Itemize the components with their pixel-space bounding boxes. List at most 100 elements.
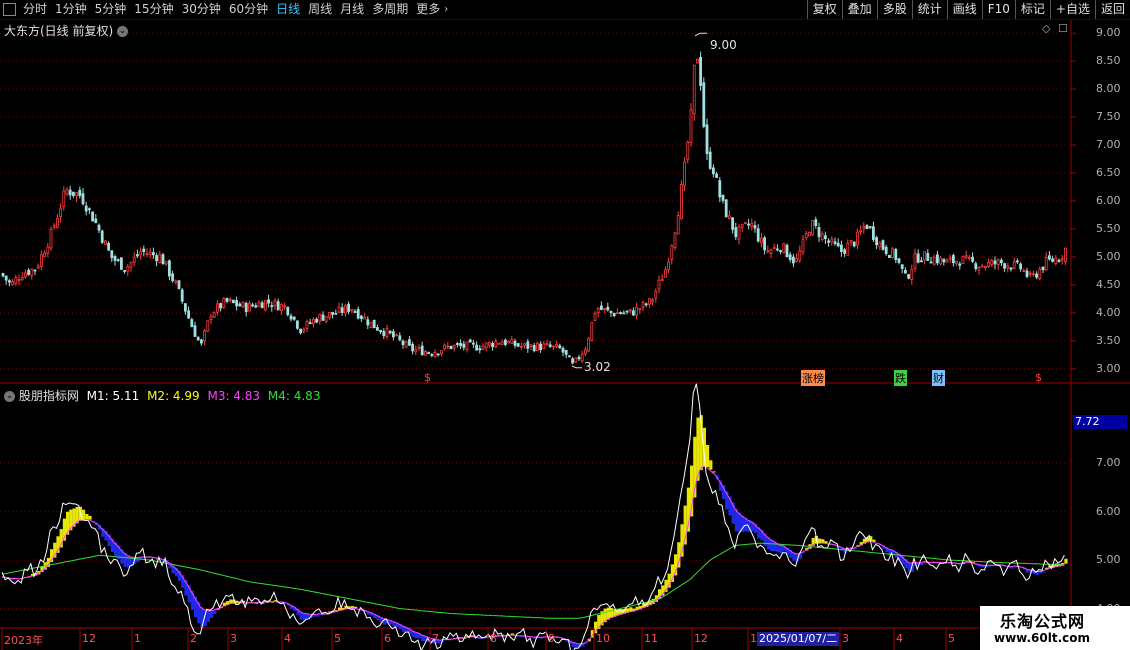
period-tab-8[interactable]: 月线 <box>336 0 368 19</box>
candle-body <box>699 56 702 86</box>
candle-body <box>340 307 344 313</box>
candle-body <box>251 304 255 307</box>
candle-body <box>577 356 581 360</box>
candle-body <box>455 343 459 345</box>
function-button-2[interactable]: 多股 <box>876 0 912 19</box>
candle-body <box>81 193 85 205</box>
cursor-date: 2025/01/07/二 <box>757 632 840 646</box>
candle-body <box>747 223 750 226</box>
function-button-3[interactable]: 统计 <box>911 0 947 19</box>
period-tab-6[interactable]: 日线 <box>272 0 304 19</box>
period-tab-0[interactable]: 分时 <box>19 0 51 19</box>
period-tab-2[interactable]: 5分钟 <box>91 0 131 19</box>
diamond-icon[interactable]: ◇ <box>1042 22 1050 35</box>
candle-body <box>520 345 523 348</box>
candle-body <box>1044 256 1048 271</box>
function-button-6[interactable]: 标记 <box>1014 0 1050 19</box>
dividend-marker-2[interactable]: $ <box>1035 371 1042 384</box>
fall-marker[interactable]: 跌 <box>894 370 907 386</box>
m1-value: M1: 5.11 <box>86 389 140 403</box>
chevron-down-icon[interactable]: ⌄ <box>117 26 129 37</box>
candle-body <box>564 349 568 355</box>
candle-body <box>27 269 31 275</box>
candle-body <box>1003 263 1006 269</box>
time-label: 2023年 <box>4 634 43 647</box>
candle-body <box>199 339 203 344</box>
candle-body <box>244 302 248 313</box>
price-tick-label: 4.50 <box>1096 277 1121 291</box>
candle-body <box>571 358 574 364</box>
time-label: 1 <box>134 632 141 645</box>
m4-value: M4: 4.83 <box>267 389 321 403</box>
candle-body <box>129 261 133 268</box>
indicator-settings-icon[interactable]: ⌄ <box>4 391 15 402</box>
candle-body <box>401 340 405 346</box>
period-tab-9[interactable]: 多周期 <box>368 0 412 19</box>
candle-body <box>1064 247 1067 263</box>
candle-body <box>664 269 667 278</box>
function-button-1[interactable]: 叠加 <box>841 0 877 19</box>
function-button-0[interactable]: 复权 <box>806 0 842 19</box>
candle-body <box>926 253 930 261</box>
candle-body <box>712 167 715 175</box>
candle-body <box>686 141 690 160</box>
candle-body <box>667 261 670 270</box>
period-tab-4[interactable]: 30分钟 <box>178 0 225 19</box>
candle-body <box>625 310 629 313</box>
more-chevron-icon[interactable]: › <box>444 4 448 15</box>
candle-body <box>183 303 187 312</box>
kline-chart[interactable] <box>0 20 1130 650</box>
period-tab-1[interactable]: 1分钟 <box>51 0 91 19</box>
high-price-label: 9.00 <box>710 38 737 52</box>
candle-body <box>964 255 968 258</box>
candle-body <box>270 305 274 308</box>
function-button-7[interactable]: +自选 <box>1049 0 1095 19</box>
settings-icon[interactable]: ☐ <box>1058 22 1068 35</box>
candle-body <box>471 342 475 345</box>
candle-body <box>980 265 984 268</box>
period-tab-3[interactable]: 15分钟 <box>130 0 177 19</box>
candle-body <box>526 341 530 349</box>
candle-body <box>955 261 958 264</box>
candle-body <box>971 256 974 262</box>
candle-body <box>795 258 798 262</box>
candle-body <box>824 235 827 239</box>
candle-body <box>536 342 539 351</box>
candle-body <box>321 314 325 321</box>
candle-body <box>484 342 488 349</box>
candle-body <box>305 321 309 329</box>
top-gainer-marker[interactable]: 涨榜 <box>801 370 825 386</box>
finance-marker[interactable]: 财 <box>932 370 945 386</box>
m2-value: M2: 4.99 <box>147 389 200 403</box>
candle-body <box>494 341 498 347</box>
candle-body <box>503 339 507 345</box>
candle-body <box>945 259 949 263</box>
candle-body <box>635 306 638 316</box>
function-button-8[interactable]: 返回 <box>1094 0 1130 19</box>
candle-body <box>78 189 82 196</box>
candle-body <box>375 327 379 331</box>
function-button-5[interactable]: F10 <box>981 0 1015 19</box>
candle-body <box>913 253 917 269</box>
candle-body <box>507 341 511 344</box>
candle-body <box>388 330 392 334</box>
candle-body <box>849 240 853 243</box>
watermark: 乐淘公式网 www.60lt.com <box>980 606 1130 650</box>
candle-body <box>500 341 504 345</box>
candle-body <box>395 334 399 337</box>
dividend-marker[interactable]: $ <box>424 371 431 384</box>
price-tick-label: 8.00 <box>1096 82 1121 96</box>
candle-body <box>766 250 770 253</box>
indicator-name[interactable]: 股朋指标网 <box>19 389 79 403</box>
candle-body <box>596 307 600 313</box>
candle-body <box>417 346 421 349</box>
period-tab-5[interactable]: 60分钟 <box>225 0 272 19</box>
candle-body <box>254 305 258 308</box>
candle-body <box>379 329 383 333</box>
candle-body <box>177 280 181 290</box>
period-tab-10[interactable]: 更多 <box>412 0 444 19</box>
function-button-4[interactable]: 画线 <box>946 0 982 19</box>
period-tab-7[interactable]: 周线 <box>304 0 336 19</box>
window-toggle-icon[interactable] <box>3 3 16 16</box>
candle-body <box>673 232 677 248</box>
